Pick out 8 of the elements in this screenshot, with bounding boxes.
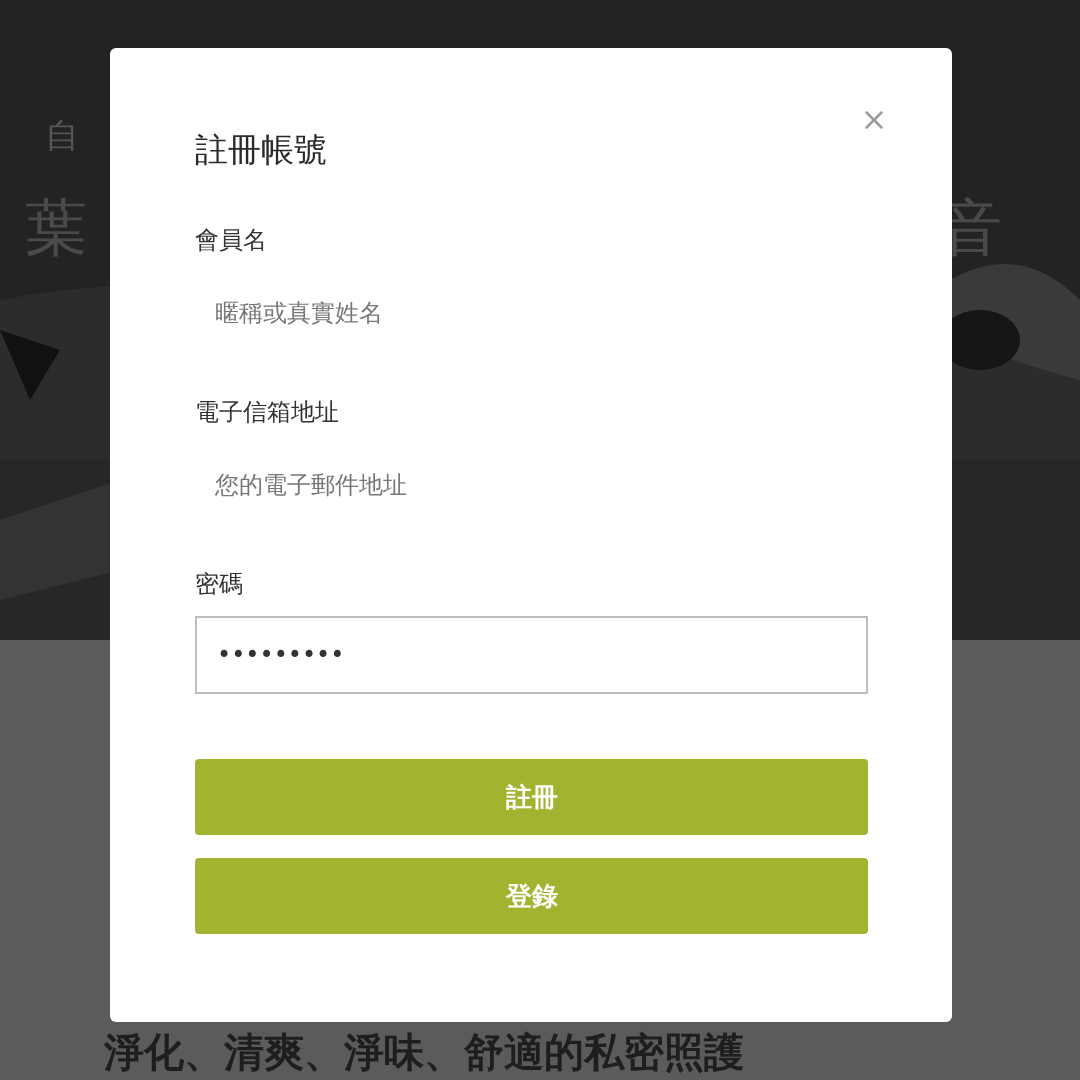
field-label: 會員名 (195, 225, 268, 255)
input-field[interactable]: ••••••••• (195, 616, 868, 694)
field-label: 電子信箱地址 (195, 397, 340, 427)
dialog-title: 註冊帳號 (195, 129, 328, 171)
login-button[interactable]: 登錄 (195, 858, 868, 934)
register-button[interactable]: 註冊 (195, 759, 868, 835)
field-label: 密碼 (195, 569, 244, 599)
tagline: 淨化、清爽、淨味、舒適的私密照護 (104, 1028, 744, 1076)
